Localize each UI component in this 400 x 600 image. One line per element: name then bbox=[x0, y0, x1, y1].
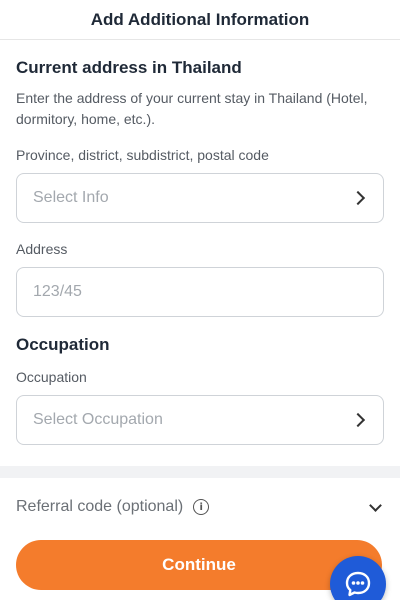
chevron-right-icon bbox=[350, 190, 366, 206]
address-section-title: Current address in Thailand bbox=[16, 58, 242, 77]
address-section-description: Enter the address of your current stay i… bbox=[16, 90, 368, 127]
occupation-placeholder: Select Occupation bbox=[33, 411, 163, 428]
continue-button[interactable]: Continue bbox=[16, 540, 382, 590]
address-placeholder: 123/45 bbox=[33, 283, 82, 300]
location-placeholder: Select Info bbox=[33, 189, 109, 206]
info-icon[interactable]: i bbox=[193, 499, 210, 515]
location-field-label: Province, district, subdistrict, postal … bbox=[16, 147, 269, 163]
chevron-right-icon bbox=[350, 412, 366, 428]
continue-label: Continue bbox=[162, 555, 236, 574]
page-title: Add Additional Information bbox=[90, 9, 310, 29]
referral-left: Referral code (optional) i bbox=[16, 498, 210, 516]
address-input-field[interactable]: 123/45 bbox=[16, 267, 384, 317]
occupation-section-title: Occupation bbox=[16, 335, 110, 354]
section-divider bbox=[0, 466, 400, 478]
referral-code-toggle[interactable]: Referral code (optional) i bbox=[0, 478, 400, 536]
header: Add Additional Information bbox=[0, 0, 400, 40]
chevron-down-icon bbox=[369, 498, 382, 512]
referral-label: Referral code (optional) bbox=[16, 498, 184, 515]
location-select-field[interactable]: Select Info bbox=[16, 173, 384, 223]
screen: Add Additional Information Current addre… bbox=[0, 0, 400, 600]
chat-icon bbox=[345, 571, 371, 597]
form-content: Current address in Thailand Enter the ad… bbox=[0, 40, 400, 445]
occupation-field-label: Occupation bbox=[16, 369, 87, 385]
address-field-label: Address bbox=[16, 241, 68, 257]
occupation-select-field[interactable]: Select Occupation bbox=[16, 395, 384, 445]
